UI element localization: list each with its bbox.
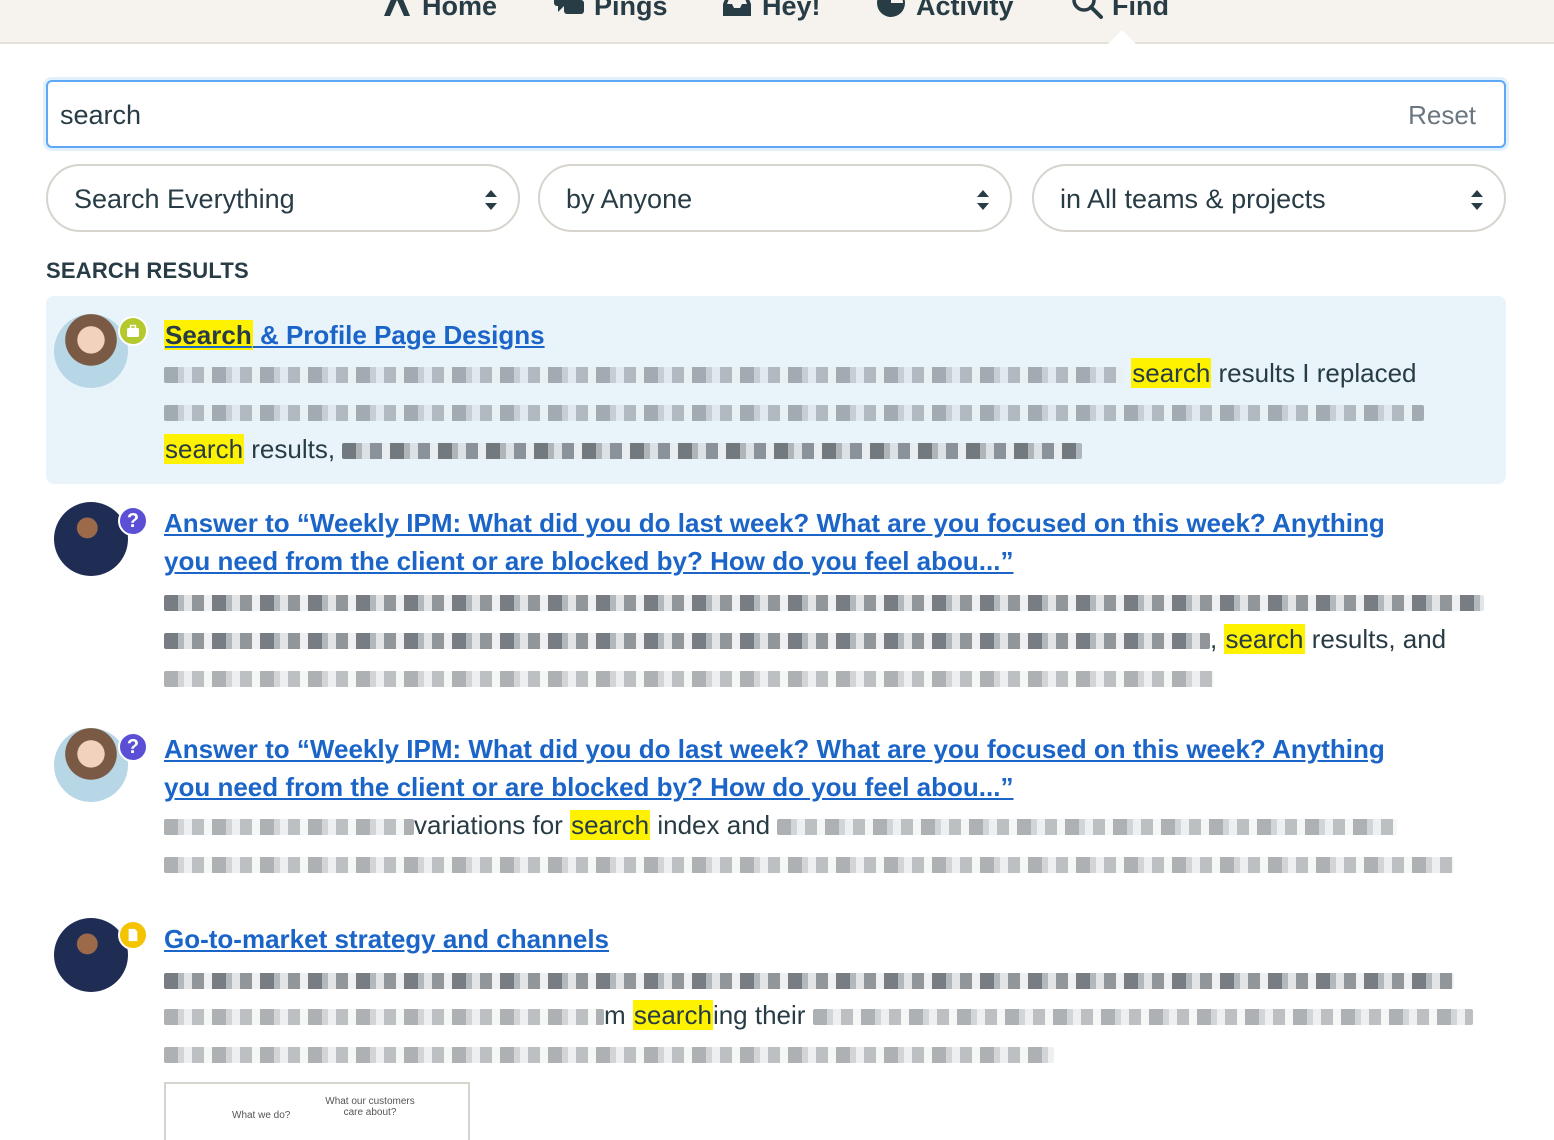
nav-activity-label: Activity [916, 0, 1014, 21]
thumbnail-label: What we do? [232, 1110, 291, 1121]
chat-bubbles-icon [552, 0, 586, 27]
reset-button[interactable]: Reset [1408, 100, 1476, 131]
snippet-highlight: search [632, 1000, 713, 1030]
snippet-text: m [604, 1000, 633, 1030]
result-snippet-line: search results I replaced [164, 354, 1417, 392]
result-snippet-line [164, 392, 1424, 430]
redacted-text [164, 1047, 1054, 1064]
select-arrows-icon [976, 188, 990, 212]
avatar [54, 502, 128, 576]
question-badge-icon: ? [118, 732, 148, 762]
result-snippet-line [164, 1034, 1054, 1072]
nav-pings-label: Pings [594, 0, 668, 21]
result-snippet-line: , search results, and [164, 620, 1446, 658]
results-heading: SEARCH RESULTS [46, 258, 249, 283]
search-input[interactable] [60, 94, 1360, 136]
title-highlight: Search [164, 320, 253, 350]
title-line: you need from the client or are blocked … [164, 772, 1014, 802]
briefcase-icon [118, 316, 148, 346]
result-title-link[interactable]: Answer to “Weekly IPM: What did you do l… [164, 730, 1404, 806]
title-text: & Profile Page Designs [252, 320, 545, 350]
title-line: Answer to “Weekly IPM: What did you do l… [164, 734, 1385, 764]
search-result-item[interactable]: Search & Profile Page Designs search res… [46, 296, 1506, 484]
active-tab-caret [1108, 30, 1136, 44]
pie-clock-icon [874, 0, 908, 27]
avatar [54, 918, 128, 992]
result-snippet-line [164, 658, 1214, 696]
inbox-icon [720, 0, 754, 27]
snippet-highlight: search [1131, 358, 1212, 388]
title-line: you need from the client or are blocked … [164, 546, 1014, 576]
person-filter-select[interactable]: by Anyone [538, 164, 1012, 232]
redacted-text [164, 367, 1124, 384]
avatar [54, 728, 128, 802]
thumbnail-label: What our customers care about? [325, 1096, 415, 1118]
nav-find[interactable]: Find [1070, 0, 1169, 26]
snippet-highlight: search [1224, 624, 1305, 654]
redacted-text [812, 1009, 1473, 1026]
nav-hey[interactable]: Hey! [720, 0, 821, 26]
nav-activity[interactable]: Activity [874, 0, 1014, 26]
attachment-thumbnail[interactable]: What we do? What our customers care abou… [164, 1082, 470, 1140]
result-snippet-line [164, 844, 1454, 882]
redacted-text [164, 671, 1214, 688]
select-arrows-icon [484, 188, 498, 212]
snippet-text: results I replaced [1211, 358, 1417, 388]
doc-icon [118, 920, 148, 950]
snippet-text: variations for [414, 810, 571, 840]
top-navigation: Home Pings Hey! Activity Find [0, 0, 1554, 44]
person-filter-value: by Anyone [566, 184, 693, 214]
result-title-link[interactable]: Search & Profile Page Designs [164, 316, 1404, 354]
snippet-text: , [1210, 624, 1218, 654]
redacted-text [777, 819, 1398, 836]
nav-find-label: Find [1112, 0, 1169, 21]
scope-filter-select[interactable]: in All teams & projects [1032, 164, 1506, 232]
redacted-text [164, 595, 1484, 612]
nav-home-label: Home [422, 0, 498, 21]
search-result-item[interactable]: Go-to-market strategy and channels m sea… [46, 916, 1506, 1140]
home-icon [380, 0, 414, 27]
redacted-text [342, 443, 1083, 460]
redacted-text [164, 405, 1424, 422]
result-title-link[interactable]: Answer to “Weekly IPM: What did you do l… [164, 504, 1404, 580]
redacted-text [164, 973, 1454, 990]
title-line: Answer to “Weekly IPM: What did you do l… [164, 508, 1385, 538]
avatar [54, 314, 128, 388]
redacted-text [164, 1009, 604, 1026]
search-result-item[interactable]: ? Answer to “Weekly IPM: What did you do… [46, 500, 1506, 700]
snippet-text: index and [650, 810, 771, 840]
snippet-text: ing their [712, 1000, 806, 1030]
nav-home[interactable]: Home [380, 0, 497, 26]
magnifier-icon [1070, 0, 1104, 27]
result-snippet-line [164, 582, 1484, 620]
result-snippet-line [164, 960, 1454, 998]
type-filter-select[interactable]: Search Everything [46, 164, 520, 232]
search-result-item[interactable]: ? Answer to “Weekly IPM: What did you do… [46, 726, 1506, 886]
snippet-text: results, [244, 434, 336, 464]
snippet-text: results, and [1304, 624, 1447, 654]
snippet-highlight: search [164, 434, 245, 464]
result-snippet-line: m searching their [164, 996, 1473, 1034]
scope-filter-value: in All teams & projects [1060, 184, 1326, 214]
search-field: Reset [46, 80, 1506, 148]
nav-pings[interactable]: Pings [552, 0, 668, 26]
redacted-text [164, 857, 1454, 874]
nav-hey-label: Hey! [762, 0, 821, 21]
select-arrows-icon [1470, 188, 1484, 212]
snippet-highlight: search [570, 810, 651, 840]
redacted-text [164, 819, 414, 836]
result-snippet-line: search results, [164, 430, 1083, 468]
type-filter-value: Search Everything [74, 184, 295, 214]
result-title-link[interactable]: Go-to-market strategy and channels [164, 920, 1404, 958]
result-snippet-line: variations for search index and [164, 806, 1398, 844]
redacted-text [164, 633, 1210, 650]
question-badge-icon: ? [118, 506, 148, 536]
